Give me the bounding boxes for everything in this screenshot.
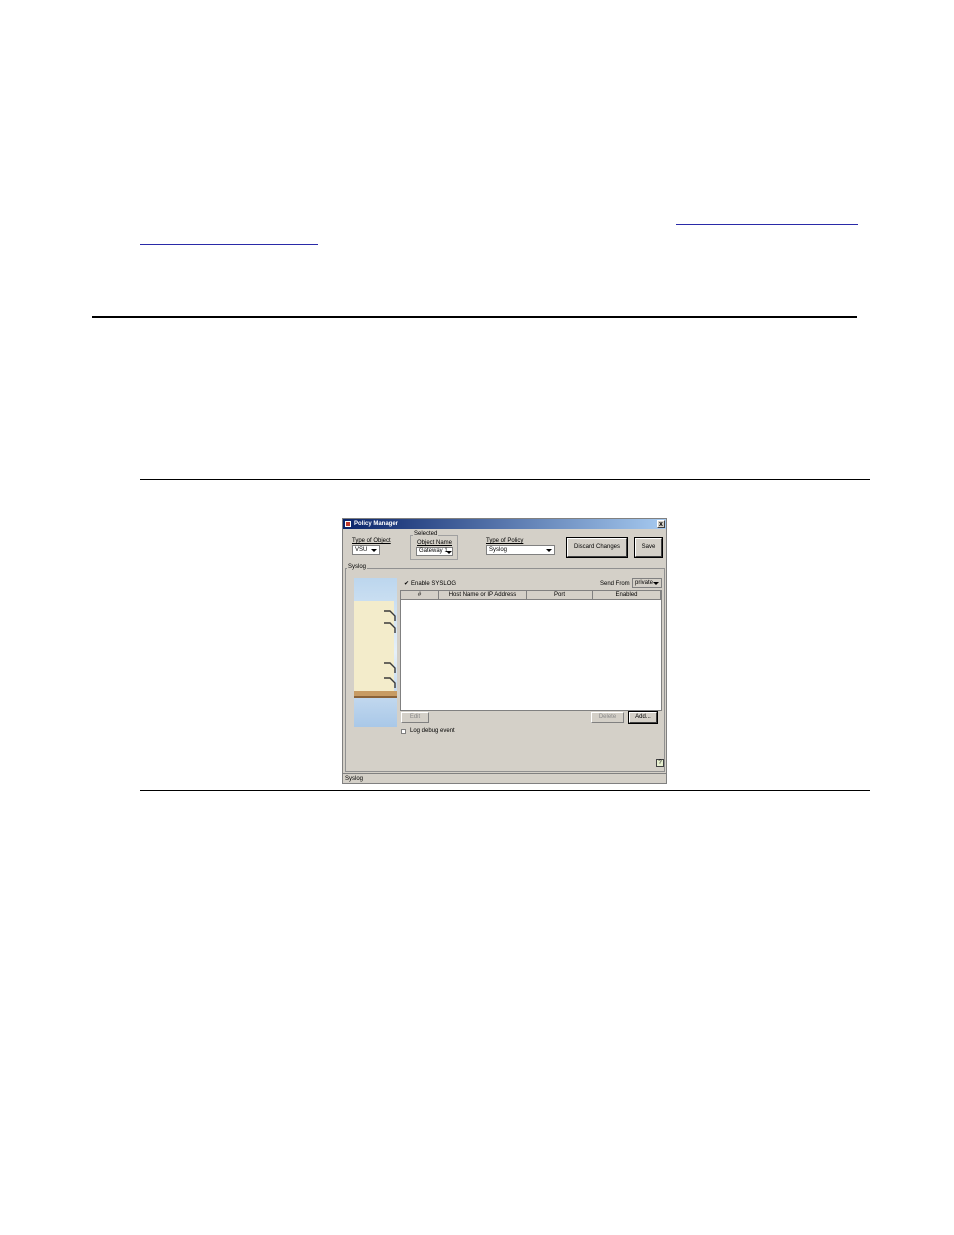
help-icon[interactable]: ? bbox=[656, 759, 664, 767]
type-of-object-select[interactable]: VSU bbox=[352, 545, 380, 555]
object-name-select[interactable]: Gateway 1 bbox=[416, 547, 453, 556]
type-of-policy-label: Type of Policy bbox=[486, 538, 524, 544]
chevron-down-icon[interactable] bbox=[545, 547, 553, 553]
column-header[interactable]: Enabled bbox=[593, 591, 661, 599]
type-of-object-label: Type of Object bbox=[352, 538, 391, 544]
dialog-title: Policy Manager bbox=[354, 521, 399, 527]
column-header[interactable]: Host Name or IP Address bbox=[439, 591, 527, 599]
object-name-label: Object Name bbox=[417, 540, 453, 546]
title-bar[interactable]: Policy Manager x bbox=[343, 519, 666, 529]
section-rule bbox=[92, 316, 857, 318]
log-debug-checkbox[interactable] bbox=[401, 729, 406, 734]
object-name-value: Gateway 1 bbox=[419, 548, 448, 554]
table-header: # Host Name or IP Address Port Enabled bbox=[401, 591, 661, 600]
type-of-policy-value: Syslog bbox=[489, 547, 508, 553]
chevron-down-icon[interactable] bbox=[652, 580, 660, 586]
edit-button[interactable]: Edit bbox=[401, 712, 429, 723]
figure-top-rule bbox=[140, 479, 870, 480]
selected-group-label: Selected bbox=[413, 531, 439, 537]
close-button[interactable]: x bbox=[657, 520, 665, 528]
chevron-down-icon[interactable] bbox=[445, 549, 452, 555]
chevron-down-icon[interactable] bbox=[370, 547, 378, 553]
column-header[interactable]: Port bbox=[527, 591, 593, 599]
enable-syslog-label: Enable SYSLOG bbox=[411, 581, 457, 587]
enable-syslog-checkbox[interactable]: ✔ bbox=[404, 581, 409, 587]
save-button[interactable]: Save bbox=[635, 538, 662, 557]
hyperlink-underline-1[interactable] bbox=[676, 224, 858, 225]
send-from-label: Send From bbox=[600, 581, 630, 587]
delete-button[interactable]: Delete bbox=[591, 712, 624, 723]
notebook-illustration bbox=[354, 578, 397, 727]
syslog-hosts-table[interactable]: # Host Name or IP Address Port Enabled bbox=[400, 590, 662, 711]
send-from-value: private bbox=[635, 580, 654, 586]
policy-manager-dialog: Policy Manager x Type of Object VSU Sele… bbox=[342, 518, 667, 784]
column-header[interactable]: # bbox=[401, 591, 439, 599]
hyperlink-underline-2[interactable] bbox=[140, 244, 318, 245]
type-of-policy-select[interactable]: Syslog bbox=[486, 545, 555, 555]
log-debug-label: Log debug event bbox=[410, 728, 455, 734]
discard-changes-button[interactable]: Discard Changes bbox=[567, 538, 627, 557]
send-from-select[interactable]: private bbox=[632, 578, 662, 588]
app-icon bbox=[345, 521, 351, 527]
add-button[interactable]: Add... bbox=[629, 712, 657, 723]
type-of-object-value: VSU bbox=[355, 547, 368, 553]
figure-bottom-rule bbox=[140, 790, 870, 791]
status-bar: Syslog bbox=[343, 773, 666, 783]
status-text: Syslog bbox=[345, 776, 364, 782]
syslog-group-label: Syslog bbox=[347, 564, 368, 570]
